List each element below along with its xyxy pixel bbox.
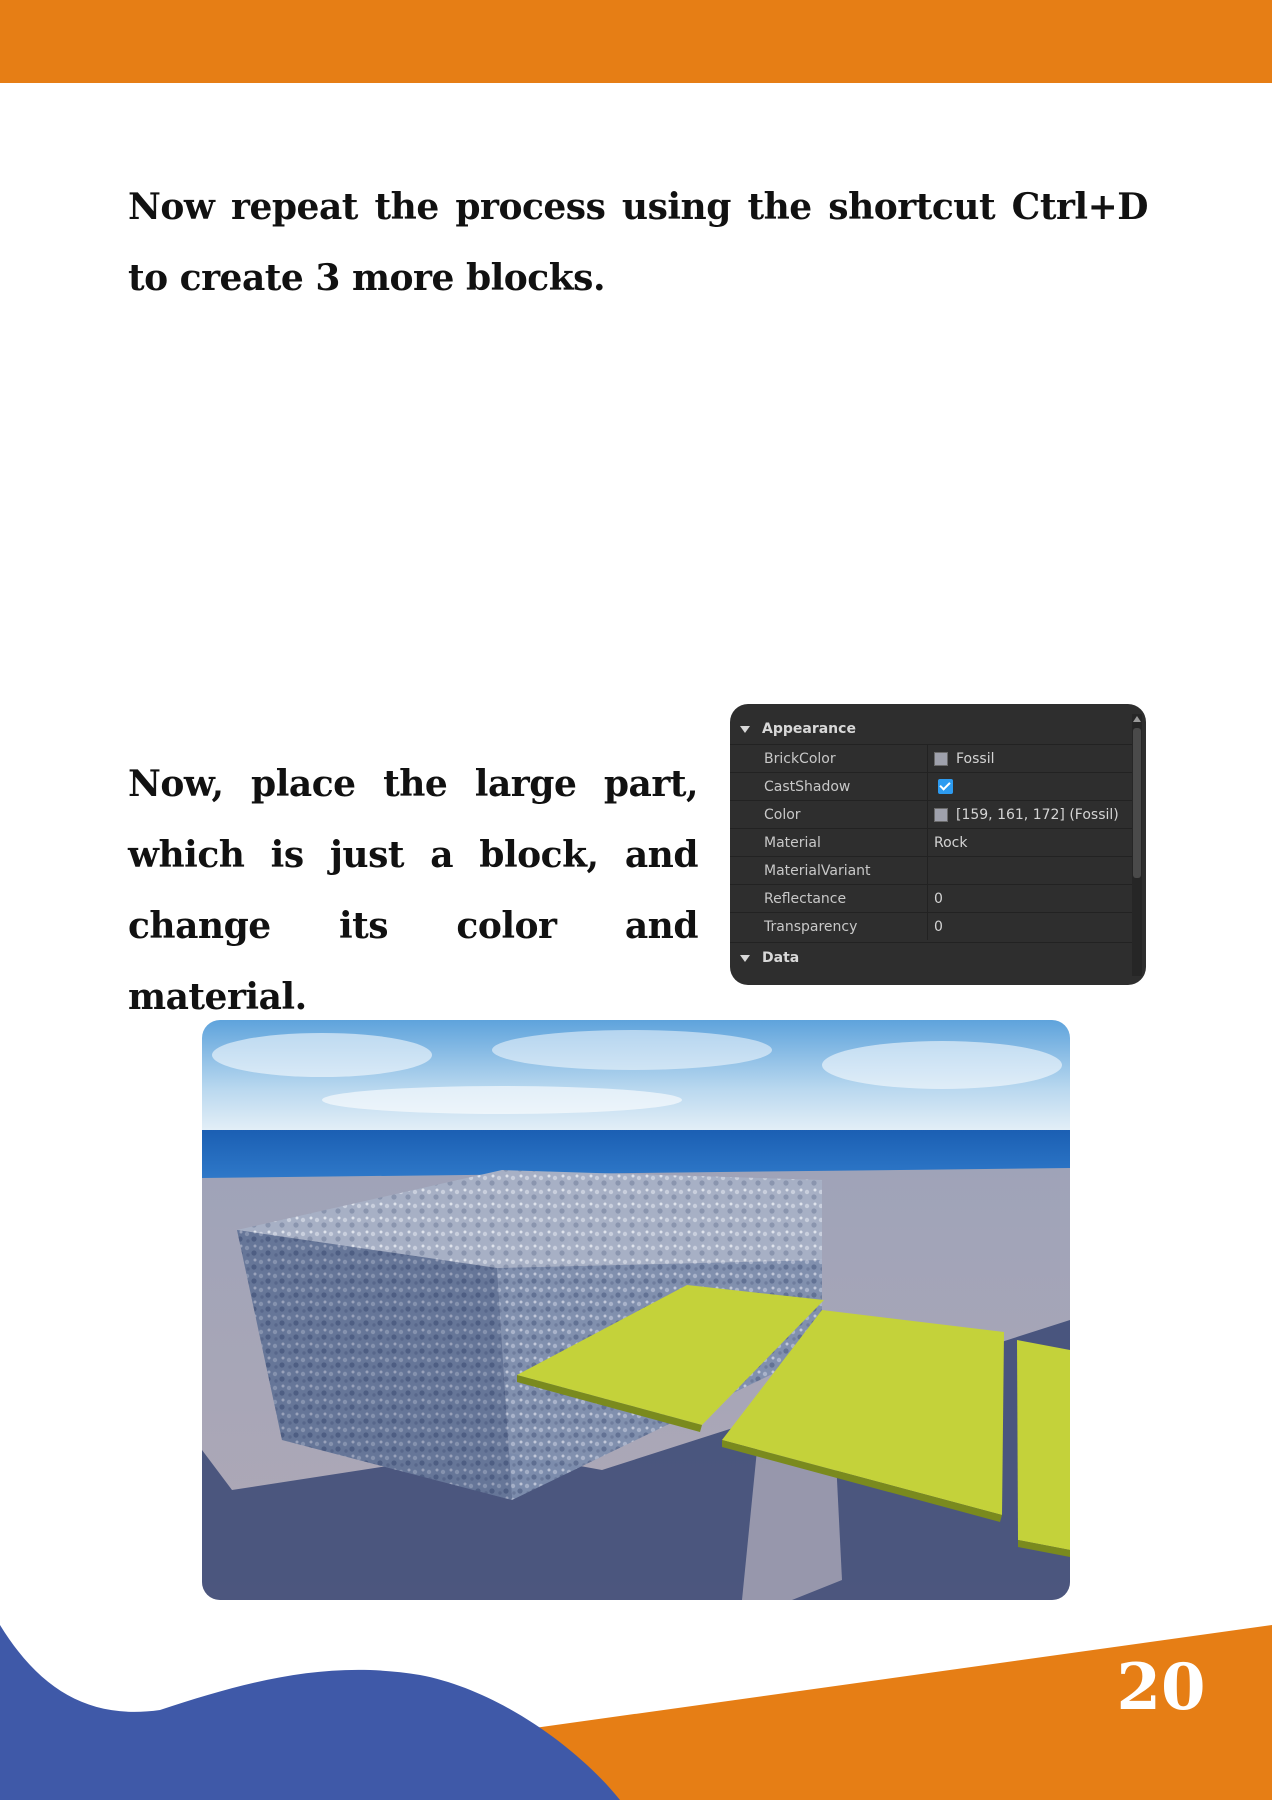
properties-panel: Appearance BrickColor Fossil CastShadow … — [730, 704, 1146, 985]
expand-triangle-icon — [740, 954, 750, 962]
property-row-castshadow[interactable]: CastShadow — [730, 772, 1132, 800]
scene-illustration — [202, 1020, 1070, 1600]
bottom-decoration — [0, 1625, 1272, 1800]
property-name: BrickColor — [730, 745, 928, 772]
properties-scrollbar[interactable] — [1132, 714, 1142, 976]
top-header-band — [0, 0, 1272, 83]
scroll-up-arrow-icon[interactable] — [1133, 716, 1141, 722]
scrollbar-thumb[interactable] — [1133, 728, 1141, 878]
property-value: 0 — [934, 890, 943, 907]
property-name: MaterialVariant — [730, 857, 928, 884]
section-appearance-label: Appearance — [762, 721, 856, 737]
property-row-transparency[interactable]: Transparency 0 — [730, 912, 1132, 940]
property-name: Material — [730, 829, 928, 856]
section-data-header[interactable]: Data — [730, 942, 1132, 973]
checkbox-checked-icon[interactable] — [938, 779, 953, 794]
property-value: Rock — [934, 834, 968, 851]
blue-wave-shape — [0, 1625, 620, 1800]
section-appearance-header[interactable]: Appearance — [730, 714, 1132, 744]
color-swatch-icon[interactable] — [934, 751, 948, 766]
property-row-reflectance[interactable]: Reflectance 0 — [730, 884, 1132, 912]
studio-viewport-screenshot — [202, 1020, 1070, 1600]
expand-triangle-icon — [740, 725, 750, 733]
property-row-materialvariant[interactable]: MaterialVariant — [730, 856, 1132, 884]
property-name: Transparency — [730, 913, 928, 940]
color-swatch-icon[interactable] — [934, 807, 948, 822]
property-value: Fossil — [956, 750, 995, 767]
instruction-paragraph-1: Now repeat the process using the shortcu… — [128, 186, 1149, 299]
property-row-material[interactable]: Material Rock — [730, 828, 1132, 856]
property-row-color[interactable]: Color [159, 161, 172] (Fossil) — [730, 800, 1132, 828]
property-name: Color — [730, 801, 928, 828]
section-data-label: Data — [762, 950, 800, 966]
property-name: Reflectance — [730, 885, 928, 912]
property-value: [159, 161, 172] (Fossil) — [956, 806, 1119, 823]
property-value: 0 — [934, 918, 943, 935]
property-row-brickcolor[interactable]: BrickColor Fossil — [730, 744, 1132, 772]
property-name: CastShadow — [730, 773, 928, 800]
page-number: 20 — [1116, 1650, 1206, 1725]
yellow-plate-3 — [1017, 1340, 1070, 1550]
instruction-paragraph-2: Now, place the large part, which is just… — [128, 763, 699, 1018]
